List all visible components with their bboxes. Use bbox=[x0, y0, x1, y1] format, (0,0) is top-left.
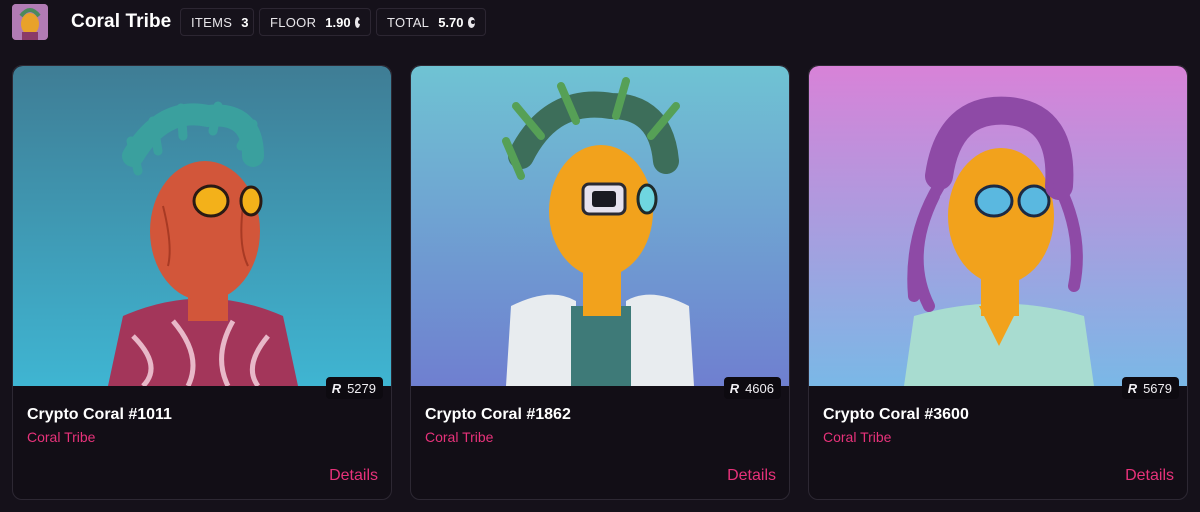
details-link[interactable]: Details bbox=[727, 467, 776, 485]
nft-name: Crypto Coral #1011 bbox=[27, 406, 172, 423]
nft-name: Crypto Coral #1862 bbox=[425, 406, 571, 423]
items-stat-value: 3 bbox=[241, 14, 249, 30]
rarity-icon: R bbox=[1127, 380, 1138, 396]
nft-collection-link[interactable]: Coral Tribe bbox=[27, 429, 95, 445]
nft-card[interactable]: R 5679 Crypto Coral #3600 Coral Tribe De… bbox=[808, 65, 1188, 500]
total-stat-value: 5.70 bbox=[438, 14, 464, 30]
floor-stat-label: FLOOR bbox=[270, 14, 317, 30]
head-shape bbox=[150, 161, 260, 301]
nft-image[interactable] bbox=[411, 66, 789, 386]
rank-value: 5679 bbox=[1143, 380, 1172, 396]
rank-value: 5279 bbox=[347, 380, 376, 396]
collection-header: Coral Tribe ITEMS 3 FLOOR 1.90 TOTAL 5.7… bbox=[0, 0, 1200, 46]
rank-badge: R 5279 bbox=[325, 377, 383, 399]
nft-card[interactable]: R 4606 Crypto Coral #1862 Coral Tribe De… bbox=[410, 65, 790, 500]
jacket-left bbox=[506, 294, 576, 386]
rank-badge: R 4606 bbox=[723, 377, 781, 399]
details-link[interactable]: Details bbox=[1125, 467, 1174, 485]
total-stat-label: TOTAL bbox=[387, 14, 430, 30]
nft-name: Crypto Coral #3600 bbox=[823, 406, 969, 423]
jacket-right bbox=[626, 294, 694, 386]
page-title: Coral Tribe bbox=[71, 11, 172, 32]
items-stat: ITEMS 3 bbox=[180, 8, 254, 36]
rarity-icon: R bbox=[331, 380, 342, 396]
total-stat: TOTAL 5.70 bbox=[376, 8, 486, 36]
nft-image[interactable] bbox=[809, 66, 1187, 386]
items-stat-label: ITEMS bbox=[191, 14, 233, 30]
details-link[interactable]: Details bbox=[329, 467, 378, 485]
collection-avatar[interactable] bbox=[12, 4, 48, 40]
rarity-icon: R bbox=[729, 380, 740, 396]
nft-collection-link[interactable]: Coral Tribe bbox=[823, 429, 891, 445]
rank-value: 4606 bbox=[745, 380, 774, 396]
nft-collection-link[interactable]: Coral Tribe bbox=[425, 429, 493, 445]
nft-card[interactable]: R 5279 Crypto Coral #1011 Coral Tribe De… bbox=[12, 65, 392, 500]
floor-stat-value: 1.90 bbox=[325, 14, 351, 30]
coin-icon bbox=[354, 16, 363, 28]
coin-icon bbox=[467, 16, 476, 28]
rank-badge: R 5679 bbox=[1121, 377, 1179, 399]
floor-stat: FLOOR 1.90 bbox=[259, 8, 371, 36]
nft-image[interactable] bbox=[13, 66, 391, 386]
